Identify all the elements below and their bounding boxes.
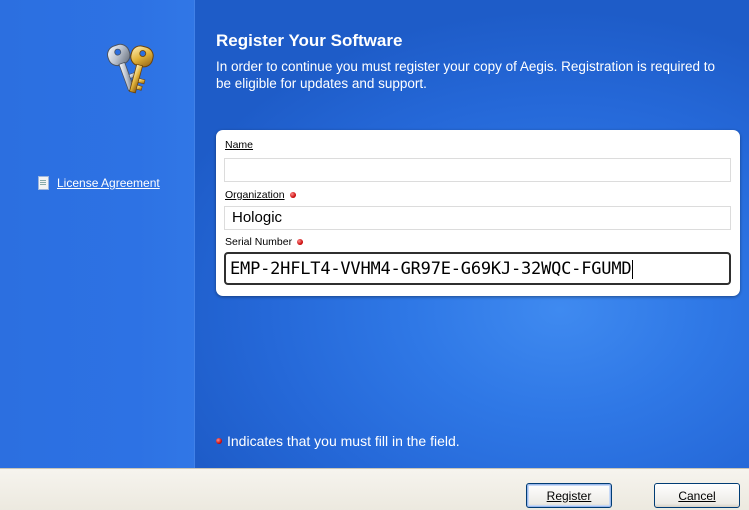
registration-dialog: License Agreement Register Your Software…: [0, 0, 749, 510]
cancel-button[interactable]: Cancel: [654, 483, 740, 508]
name-label: Name: [225, 139, 253, 151]
organization-field-value: Hologic: [232, 209, 283, 226]
register-button[interactable]: Register: [526, 483, 612, 508]
serial-number-label-text: Serial Number: [225, 236, 293, 248]
license-agreement-link[interactable]: License Agreement: [38, 176, 160, 190]
organization-label-text: Organization: [225, 189, 285, 201]
page-title: Register Your Software: [216, 31, 403, 50]
required-dot-icon: [289, 192, 296, 198]
button-bar: Register Cancel: [0, 468, 749, 510]
page-subtitle: In order to continue you must register y…: [216, 59, 716, 91]
required-note: Indicates that you must fill in the fiel…: [216, 433, 460, 449]
organization-field[interactable]: Hologic: [224, 206, 731, 230]
serial-number-field-value: EMP-2HFLT4-VVHM4-GR97E-G69KJ-32WQC-FGUMD: [230, 259, 632, 279]
required-dot-icon: [216, 438, 222, 444]
license-agreement-label: License Agreement: [57, 176, 160, 190]
name-field[interactable]: [224, 158, 731, 182]
cancel-button-label: Cancel: [678, 488, 716, 503]
registration-form: Name Organization Hologic Serial Number …: [216, 130, 740, 296]
required-note-text: Indicates that you must fill in the fiel…: [227, 433, 460, 449]
serial-number-field[interactable]: EMP-2HFLT4-VVHM4-GR97E-G69KJ-32WQC-FGUMD: [224, 252, 731, 285]
name-label-text: Name: [225, 139, 254, 151]
document-icon: [38, 176, 49, 190]
organization-label: Organization: [225, 189, 296, 201]
serial-number-field-value-wrap: EMP-2HFLT4-VVHM4-GR97E-G69KJ-32WQC-FGUMD: [230, 259, 634, 279]
serial-number-label: Serial Number: [225, 236, 304, 248]
text-caret: [632, 259, 634, 279]
required-dot-icon: [297, 239, 304, 245]
left-pane: License Agreement: [0, 0, 195, 468]
keys-icon: [107, 43, 154, 94]
register-button-label: Register: [546, 488, 592, 503]
